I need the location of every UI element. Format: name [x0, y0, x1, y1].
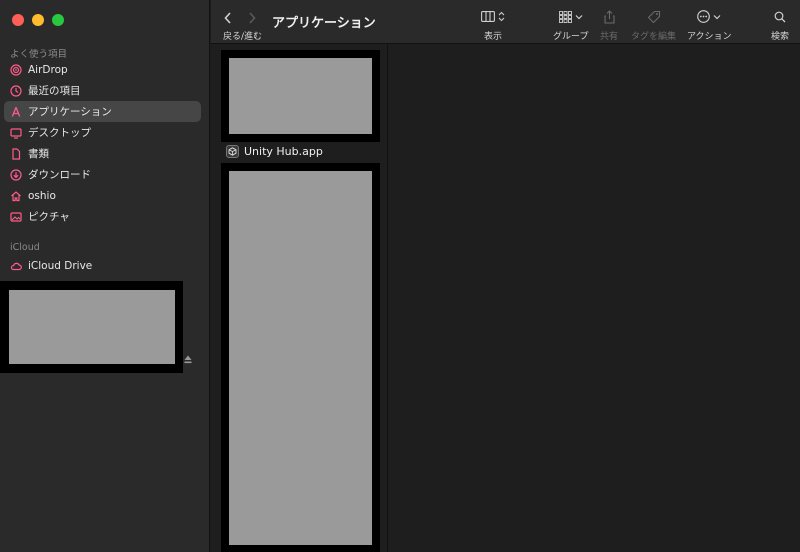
chevron-down-icon	[713, 14, 721, 19]
edit-tags-label: タグを編集	[631, 32, 677, 42]
window-controls	[12, 14, 64, 26]
redacted-area	[229, 171, 372, 545]
search-button[interactable]: 検索	[771, 8, 789, 42]
view-label: 表示	[483, 32, 502, 42]
search-icon	[774, 11, 786, 22]
sidebar-item-applications[interactable]: アプリケーション	[4, 101, 201, 122]
minimize-window-button[interactable]	[32, 14, 44, 26]
toolbar: 戻る/進む アプリケーション 表示 グループ 共有 タグを編集 アクション 検索	[211, 0, 800, 44]
unity-hub-icon	[226, 145, 239, 158]
ellipsis-circle-icon	[697, 10, 711, 23]
share-button[interactable]: 共有	[600, 8, 618, 42]
sidebar: よく使う項目 AirDrop 最近の項目 アプリケーション デスクトップ 書類	[0, 0, 210, 552]
clock-icon	[10, 84, 22, 97]
document-icon	[10, 147, 22, 160]
tag-icon	[647, 10, 660, 23]
nav-buttons	[223, 10, 257, 29]
file-row-unity-hub[interactable]: Unity Hub.app	[226, 145, 323, 158]
group-label: グループ	[553, 32, 589, 42]
home-icon	[10, 190, 22, 202]
share-icon	[603, 9, 615, 24]
sidebar-item-downloads[interactable]: ダウンロード	[4, 164, 201, 185]
sidebar-item-label: アプリケーション	[28, 106, 112, 118]
cloud-icon	[10, 260, 22, 272]
group-button[interactable]: グループ	[553, 8, 588, 42]
favorites-section-label: よく使う項目	[10, 49, 68, 60]
redacted-block	[221, 163, 380, 552]
file-name: Unity Hub.app	[244, 145, 323, 158]
airdrop-icon	[10, 63, 22, 76]
redacted-area	[9, 290, 175, 364]
sidebar-item-pictures[interactable]: ピクチャ	[4, 206, 201, 227]
sidebar-item-label: AirDrop	[28, 63, 68, 76]
search-label: 検索	[771, 32, 790, 42]
sidebar-item-desktop[interactable]: デスクトップ	[4, 122, 201, 143]
icloud-section-label: iCloud	[10, 242, 40, 253]
redacted-area	[229, 58, 372, 134]
sidebar-item-icloud-drive[interactable]: iCloud Drive	[4, 255, 201, 276]
back-button[interactable]	[223, 10, 233, 29]
updown-chevron-icon	[498, 11, 505, 22]
sidebar-item-airdrop[interactable]: AirDrop	[4, 59, 201, 80]
grid-icon	[558, 10, 572, 23]
redacted-block	[221, 50, 380, 142]
nav-label: 戻る/進む	[223, 32, 263, 42]
action-button[interactable]: アクション	[687, 8, 732, 42]
sidebar-item-home[interactable]: oshio	[4, 185, 201, 206]
pictures-icon	[10, 211, 22, 223]
close-window-button[interactable]	[12, 14, 24, 26]
forward-button[interactable]	[247, 10, 257, 29]
chevron-right-icon	[249, 12, 256, 24]
sidebar-item-label: ダウンロード	[28, 169, 91, 181]
zoom-window-button[interactable]	[52, 14, 64, 26]
sidebar-item-documents[interactable]: 書類	[4, 143, 201, 164]
sidebar-item-label: oshio	[28, 189, 56, 202]
edit-tags-button[interactable]: タグを編集	[631, 8, 676, 42]
sidebar-item-recents[interactable]: 最近の項目	[4, 80, 201, 101]
applications-icon	[10, 106, 22, 118]
action-label: アクション	[687, 32, 732, 42]
chevron-left-icon	[224, 12, 231, 24]
sidebar-item-label: デスクトップ	[28, 127, 91, 139]
download-icon	[10, 168, 22, 181]
view-button[interactable]: 表示	[481, 8, 505, 42]
window-title: アプリケーション	[272, 16, 376, 31]
desktop-icon	[10, 127, 22, 139]
share-label: 共有	[600, 32, 619, 42]
sidebar-item-label: iCloud Drive	[28, 259, 93, 272]
chevron-down-icon	[575, 14, 583, 19]
sidebar-item-label: 最近の項目	[28, 85, 81, 97]
columns-view-icon	[481, 11, 495, 22]
sidebar-item-label: ピクチャ	[28, 211, 70, 223]
sidebar-item-label: 書類	[28, 148, 49, 160]
eject-icon[interactable]	[184, 349, 192, 364]
redacted-block	[0, 281, 183, 373]
